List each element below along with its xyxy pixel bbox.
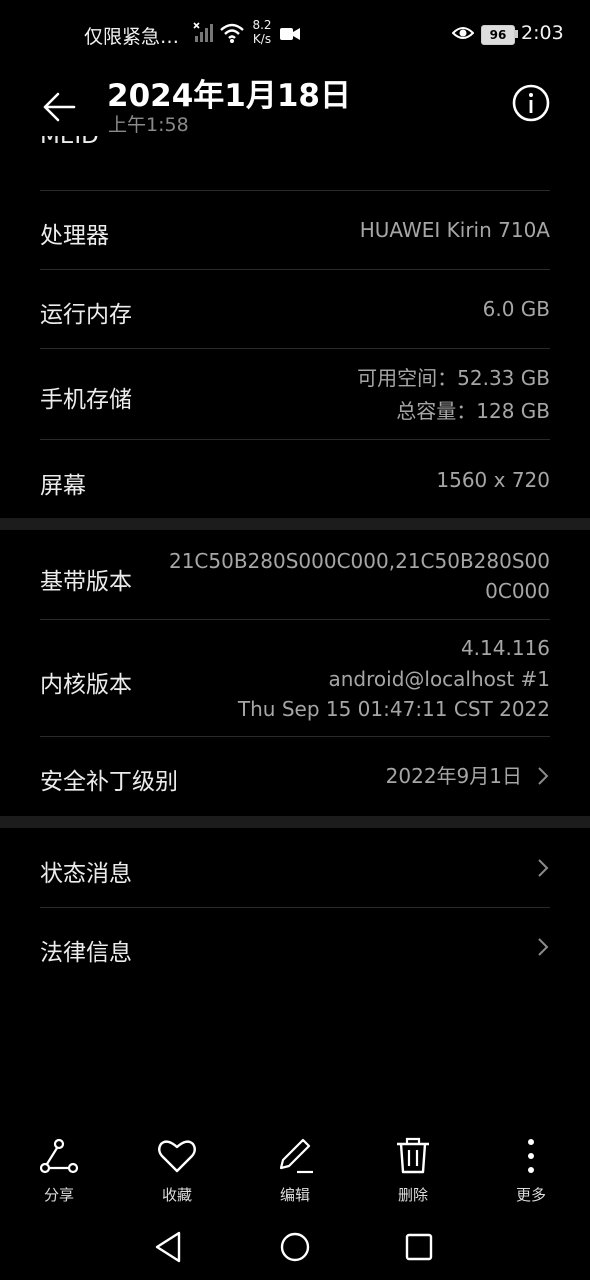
header: 2024年1月18日 上午1:58 [0,70,590,142]
row-value: 2022年9月1日 [385,764,522,788]
row-value: HUAWEI Kirin 710A [359,218,550,242]
battery-indicator: 96 [481,25,515,45]
system-navigation-bar [0,1215,590,1280]
chevron-right-icon [538,859,549,877]
page-title: 2024年1月18日 [107,78,351,114]
section-separator [0,816,590,828]
info-button[interactable] [510,82,552,124]
bottom-toolbar: 分享 收藏 编辑 删除 更多 [0,1130,590,1210]
nav-back-button[interactable] [147,1225,191,1269]
back-button[interactable] [34,82,84,132]
status-bar: 仅限紧急… 8.2 K/s 96 2:03 [0,0,590,70]
nav-recents-button[interactable] [397,1225,441,1269]
row-label: 法律信息 [40,940,132,966]
signal-icon [193,22,213,42]
row-value: 1560 x 720 [436,468,550,492]
row-value-total: 总容量：128 GB [396,399,550,423]
battery-level: 96 [489,28,507,42]
chevron-right-icon [538,767,549,785]
speed-value: 8.2 [252,18,272,32]
edit-button[interactable]: 编辑 [255,1130,335,1210]
edit-label: 编辑 [279,1186,310,1204]
heart-icon [158,1140,196,1173]
row-label: 内核版本 [40,672,132,698]
delete-button[interactable]: 删除 [373,1130,453,1210]
row-security-patch[interactable]: 安全补丁级别 2022年9月1日 [40,736,550,816]
row-kernel[interactable]: 内核版本 4.14.116 android@localhost #1 Thu S… [40,619,550,736]
trash-icon [397,1137,429,1174]
row-value-available: 可用空间：52.33 GB [357,366,550,390]
delete-label: 删除 [397,1186,428,1204]
row-label: 状态消息 [40,861,132,887]
battery-tip [515,30,518,38]
share-button[interactable]: 分享 [19,1130,99,1210]
favorite-button[interactable]: 收藏 [137,1130,217,1210]
carrier-text: 仅限紧急… [84,26,180,48]
back-arrow-icon [43,92,76,122]
meid-label-partial: MEID [40,136,99,149]
row-value-line2: android@localhost #1 [328,667,550,691]
row-value: 6.0 GB [482,297,550,321]
row-value-line1: 21C50B280S000C000,21C50B280S00 [168,549,550,573]
more-vertical-icon [528,1139,534,1173]
row-label: 处理器 [40,223,109,249]
row-label: 安全补丁级别 [40,769,178,795]
row-label: 手机存储 [40,387,132,413]
row-status-info[interactable]: 状态消息 [40,828,550,907]
row-processor[interactable]: 处理器 HUAWEI Kirin 710A [40,190,550,269]
share-label: 分享 [43,1186,74,1204]
share-icon [39,1138,79,1174]
row-ram[interactable]: 运行内存 6.0 GB [40,269,550,348]
clock-time: 2:03 [521,22,564,44]
page-subtitle: 上午1:58 [108,114,189,136]
row-value-line2: 0C000 [485,579,550,603]
row-label: 屏幕 [40,473,86,499]
wifi-icon [220,23,244,43]
video-camera-icon [280,28,300,40]
row-label: 运行内存 [40,302,132,328]
pencil-icon [279,1138,313,1174]
network-speed: 8.2 K/s [250,18,274,46]
more-button[interactable]: 更多 [491,1130,571,1210]
row-legal-info[interactable]: 法律信息 [40,907,550,986]
nav-home-button[interactable] [273,1225,317,1269]
speed-unit: K/s [252,32,272,46]
row-storage[interactable]: 手机存储 可用空间：52.33 GB 总容量：128 GB [40,348,550,439]
chevron-right-icon [538,938,549,956]
more-label: 更多 [515,1186,546,1204]
row-value-line3: Thu Sep 15 01:47:11 CST 2022 [237,697,550,721]
row-label: 基带版本 [40,569,132,595]
row-value-line1: 4.14.116 [460,636,550,660]
eye-icon [452,27,474,39]
row-baseband[interactable]: 基带版本 21C50B280S000C000,21C50B280S00 0C00… [40,530,550,619]
row-screen[interactable]: 屏幕 1560 x 720 [40,439,550,518]
favorite-label: 收藏 [161,1186,192,1204]
section-separator [0,518,590,530]
